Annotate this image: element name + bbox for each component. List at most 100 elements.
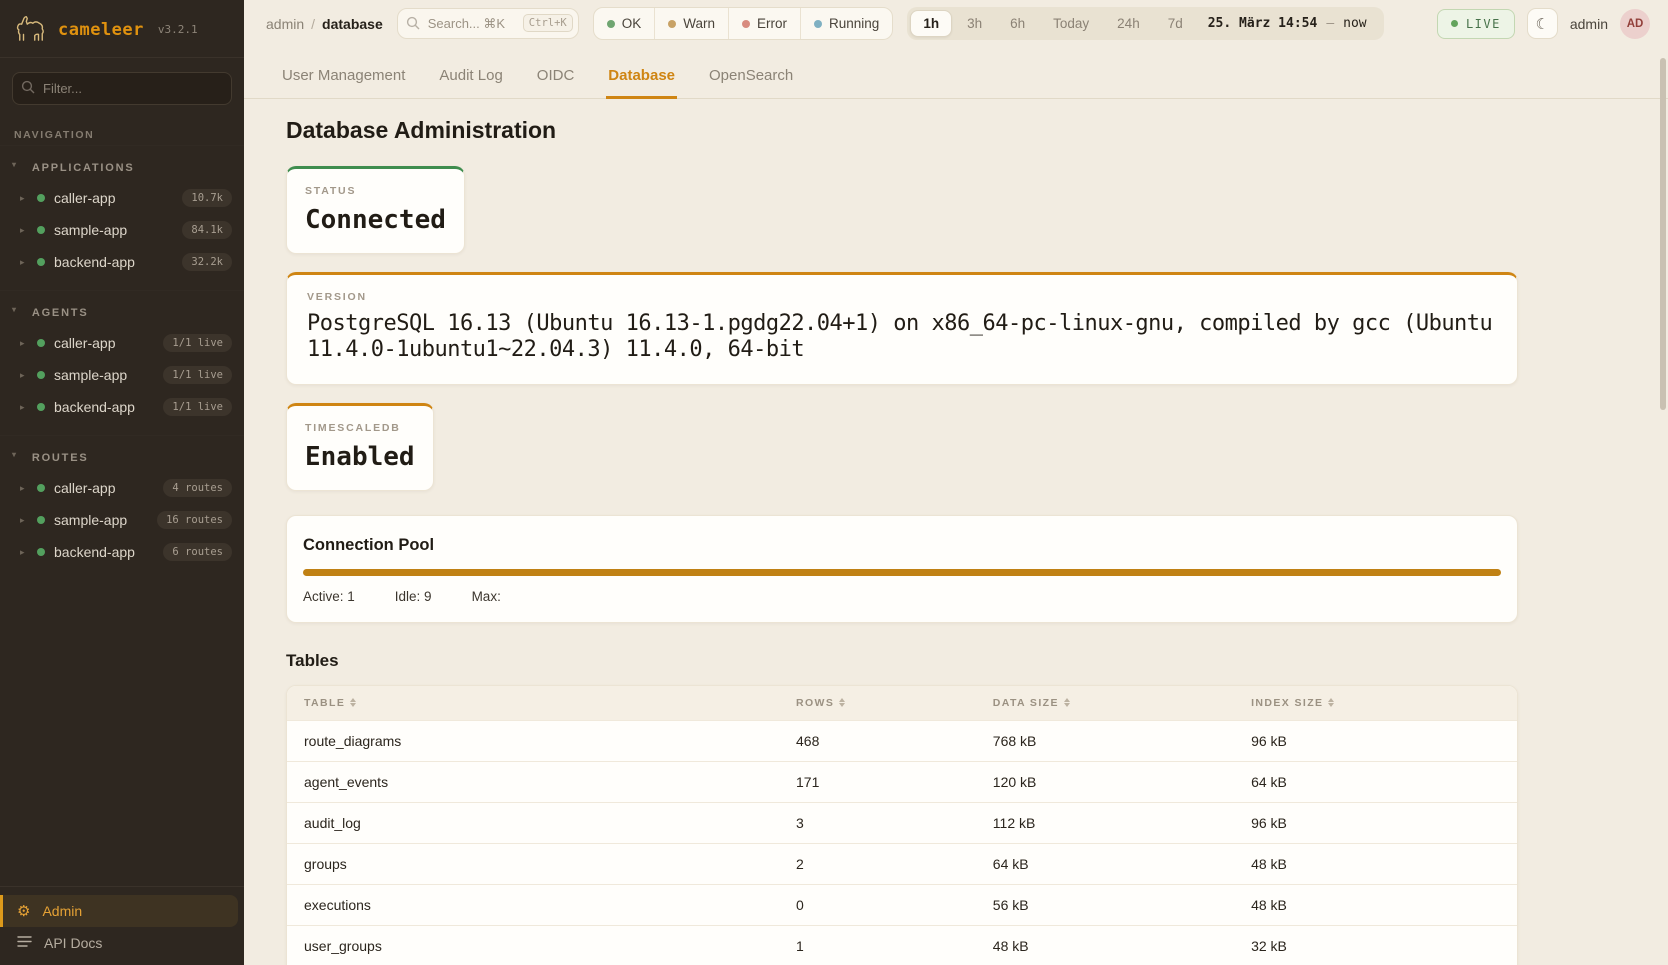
sidebar-item-sample-app-routes[interactable]: ▸ sample-app 16 routes (0, 504, 244, 536)
time-range-24h[interactable]: 24h (1104, 10, 1153, 37)
filter-input[interactable] (12, 72, 232, 105)
chevron-right-icon[interactable]: ▸ (20, 257, 28, 268)
sidebar-item-caller-app-routes[interactable]: ▸ caller-app 4 routes (0, 472, 244, 504)
tab-opensearch[interactable]: OpenSearch (707, 61, 795, 99)
time-range-today[interactable]: Today (1040, 10, 1102, 37)
chevron-right-icon[interactable]: ▸ (20, 370, 28, 381)
section-header-routes[interactable]: ▾ ROUTES (0, 446, 244, 472)
chevron-right-icon[interactable]: ▸ (20, 402, 28, 413)
cell-data-size: 112 kB (976, 802, 1234, 843)
chevron-right-icon[interactable]: ▸ (20, 225, 28, 236)
user-name: admin (1570, 16, 1608, 32)
cell-table-name: executions (287, 884, 779, 925)
collapse-caret-icon: ▾ (12, 305, 18, 314)
chevron-right-icon[interactable]: ▸ (20, 483, 28, 494)
item-badge: 1/1 live (163, 334, 232, 352)
tab-database[interactable]: Database (606, 61, 677, 99)
sidebar-item-admin[interactable]: ⚙ Admin (0, 895, 238, 927)
sidebar-item-caller-app-agent[interactable]: ▸ caller-app 1/1 live (0, 327, 244, 359)
date-to: now (1343, 16, 1366, 31)
column-header-rows[interactable]: ROWS (796, 697, 845, 709)
date-range-display[interactable]: 25. März 14:54 — now (1198, 16, 1381, 31)
avatar[interactable]: AD (1620, 9, 1650, 39)
filter-ok[interactable]: OK (594, 8, 655, 39)
filter-error[interactable]: Error (728, 8, 800, 39)
cell-index-size: 32 kB (1234, 925, 1517, 965)
connection-pool-card: Connection Pool Active: 1 Idle: 9 Max: (286, 515, 1518, 623)
column-header-index-size[interactable]: INDEX SIZE (1251, 697, 1334, 709)
status-dot (37, 403, 45, 411)
cell-rows: 171 (779, 761, 976, 802)
page-title: Database Administration (286, 117, 1668, 144)
sidebar-item-sample-app[interactable]: ▸ sample-app 84.1k (0, 214, 244, 246)
sidebar-item-backend-app-routes[interactable]: ▸ backend-app 6 routes (0, 536, 244, 568)
item-label: sample-app (54, 367, 154, 383)
item-badge: 4 routes (163, 479, 232, 497)
sort-icon (1328, 698, 1334, 707)
table-row[interactable]: route_diagrams 468 768 kB 96 kB (287, 720, 1517, 761)
breadcrumb-parent[interactable]: admin (266, 16, 304, 32)
filter-warn[interactable]: Warn (654, 8, 728, 39)
tab-audit-log[interactable]: Audit Log (437, 61, 504, 99)
item-label: sample-app (54, 222, 173, 238)
cell-index-size: 48 kB (1234, 843, 1517, 884)
sort-icon (839, 698, 845, 707)
column-header-table[interactable]: TABLE (304, 697, 356, 709)
table-row[interactable]: agent_events 171 120 kB 64 kB (287, 761, 1517, 802)
camel-logo-icon (14, 12, 48, 47)
warn-dot-icon (668, 20, 676, 28)
table-header-row: TABLE ROWS DATA SIZE INDEX SIZE (287, 686, 1517, 721)
time-range-1h[interactable]: 1h (910, 10, 952, 37)
pool-max: Max: (472, 589, 501, 604)
table-row[interactable]: groups 2 64 kB 48 kB (287, 843, 1517, 884)
column-header-data-size[interactable]: DATA SIZE (993, 697, 1070, 709)
cell-rows: 0 (779, 884, 976, 925)
tab-oidc[interactable]: OIDC (535, 61, 577, 99)
cell-table-name: route_diagrams (287, 720, 779, 761)
section-header-applications[interactable]: ▾ APPLICATIONS (0, 156, 244, 182)
section-header-agents[interactable]: ▾ AGENTS (0, 301, 244, 327)
cell-index-size: 96 kB (1234, 720, 1517, 761)
pool-active: Active: 1 (303, 589, 355, 604)
vertical-scrollbar[interactable] (1660, 58, 1666, 410)
live-button[interactable]: LIVE (1437, 9, 1515, 39)
time-range-6h[interactable]: 6h (997, 10, 1038, 37)
table-row[interactable]: audit_log 3 112 kB 96 kB (287, 802, 1517, 843)
live-dot-icon (1451, 20, 1458, 27)
time-range-7d[interactable]: 7d (1155, 10, 1196, 37)
chevron-right-icon[interactable]: ▸ (20, 338, 28, 349)
sidebar-item-caller-app[interactable]: ▸ caller-app 10.7k (0, 182, 244, 214)
timescaledb-card-value: Enabled (305, 442, 415, 472)
moon-icon: ☾ (1536, 15, 1549, 33)
nav-section-routes: ▾ ROUTES ▸ caller-app 4 routes ▸ sample-… (0, 435, 244, 580)
sidebar-item-backend-app-agent[interactable]: ▸ backend-app 1/1 live (0, 391, 244, 423)
tables-section-title: Tables (286, 651, 1668, 671)
sidebar-item-sample-app-agent[interactable]: ▸ sample-app 1/1 live (0, 359, 244, 391)
chevron-right-icon[interactable]: ▸ (20, 547, 28, 558)
chevron-right-icon[interactable]: ▸ (20, 515, 28, 526)
status-filter-group: OK Warn Error Running (593, 7, 894, 40)
running-dot-icon (814, 20, 822, 28)
logo-row[interactable]: cameleer v3.2.1 (0, 0, 244, 58)
sidebar-item-backend-app[interactable]: ▸ backend-app 32.2k (0, 246, 244, 278)
cell-table-name: agent_events (287, 761, 779, 802)
database-admin-page: Database Administration STATUS Connected… (244, 99, 1668, 965)
search-shortcut-kbd: Ctrl+K (523, 14, 573, 32)
table-row[interactable]: executions 0 56 kB 48 kB (287, 884, 1517, 925)
cell-rows: 1 (779, 925, 976, 965)
theme-toggle-button[interactable]: ☾ (1527, 8, 1558, 39)
chevron-right-icon[interactable]: ▸ (20, 193, 28, 204)
tab-user-management[interactable]: User Management (280, 61, 407, 99)
time-range-3h[interactable]: 3h (954, 10, 995, 37)
nav-caption: NAVIGATION (0, 113, 244, 145)
status-dot (37, 371, 45, 379)
search-icon (406, 16, 420, 35)
date-separator: — (1326, 16, 1334, 31)
filter-running[interactable]: Running (800, 8, 892, 39)
table-row[interactable]: user_groups 1 48 kB 32 kB (287, 925, 1517, 965)
item-badge: 1/1 live (163, 398, 232, 416)
section-label: ROUTES (32, 452, 89, 464)
cell-index-size: 64 kB (1234, 761, 1517, 802)
sidebar-item-api-docs[interactable]: API Docs (0, 927, 244, 959)
item-badge: 10.7k (182, 189, 232, 207)
